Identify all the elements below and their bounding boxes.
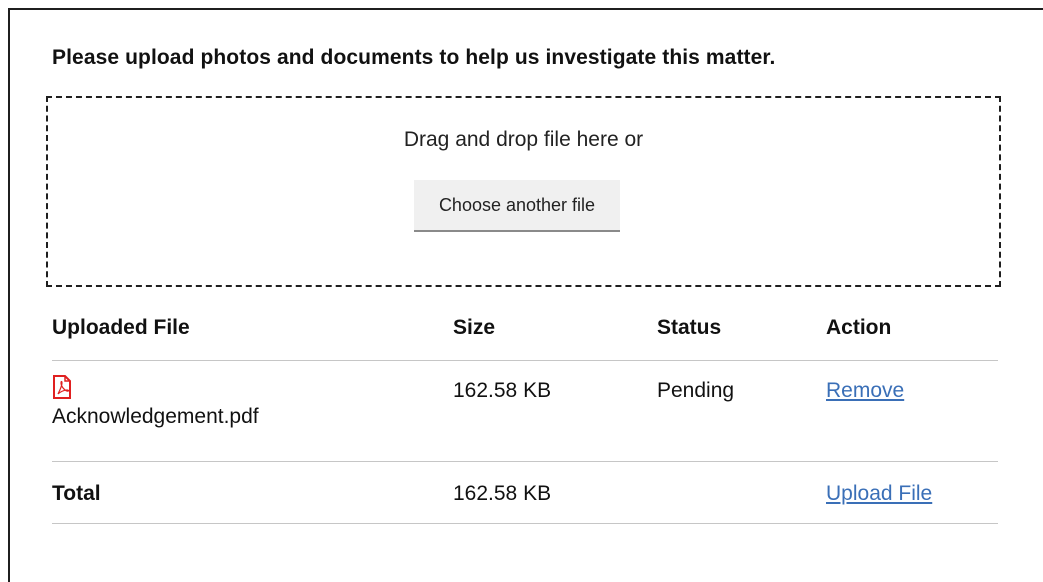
column-header-action: Action bbox=[826, 316, 892, 339]
file-size: 162.58 KB bbox=[453, 379, 552, 402]
table-header-row: Uploaded File Size Status Action bbox=[52, 300, 998, 361]
total-row: Total 162.58 KB Upload File bbox=[52, 462, 998, 524]
file-status: Pending bbox=[657, 379, 735, 402]
column-header-size: Size bbox=[453, 316, 496, 339]
total-label: Total bbox=[52, 482, 101, 505]
upload-file-link[interactable]: Upload File bbox=[826, 482, 932, 506]
remove-file-link[interactable]: Remove bbox=[826, 379, 904, 403]
uploaded-files-table: Uploaded File Size Status Action Acknowl… bbox=[52, 300, 998, 524]
file-drop-zone[interactable]: Drag and drop file here or Choose anothe… bbox=[46, 96, 1001, 287]
choose-file-button[interactable]: Choose another file bbox=[414, 180, 620, 232]
pdf-file-icon bbox=[52, 375, 72, 399]
column-header-status: Status bbox=[657, 316, 722, 339]
page-title: Please upload photos and documents to he… bbox=[52, 46, 776, 69]
file-cell: Acknowledgement.pdf bbox=[52, 375, 259, 429]
drop-zone-instructions: Drag and drop file here or bbox=[403, 128, 644, 151]
column-header-uploaded-file: Uploaded File bbox=[52, 316, 190, 339]
table-row: Acknowledgement.pdf 162.58 KB Pending Re… bbox=[52, 361, 998, 462]
total-size: 162.58 KB bbox=[453, 482, 552, 505]
file-name: Acknowledgement.pdf bbox=[52, 405, 259, 428]
